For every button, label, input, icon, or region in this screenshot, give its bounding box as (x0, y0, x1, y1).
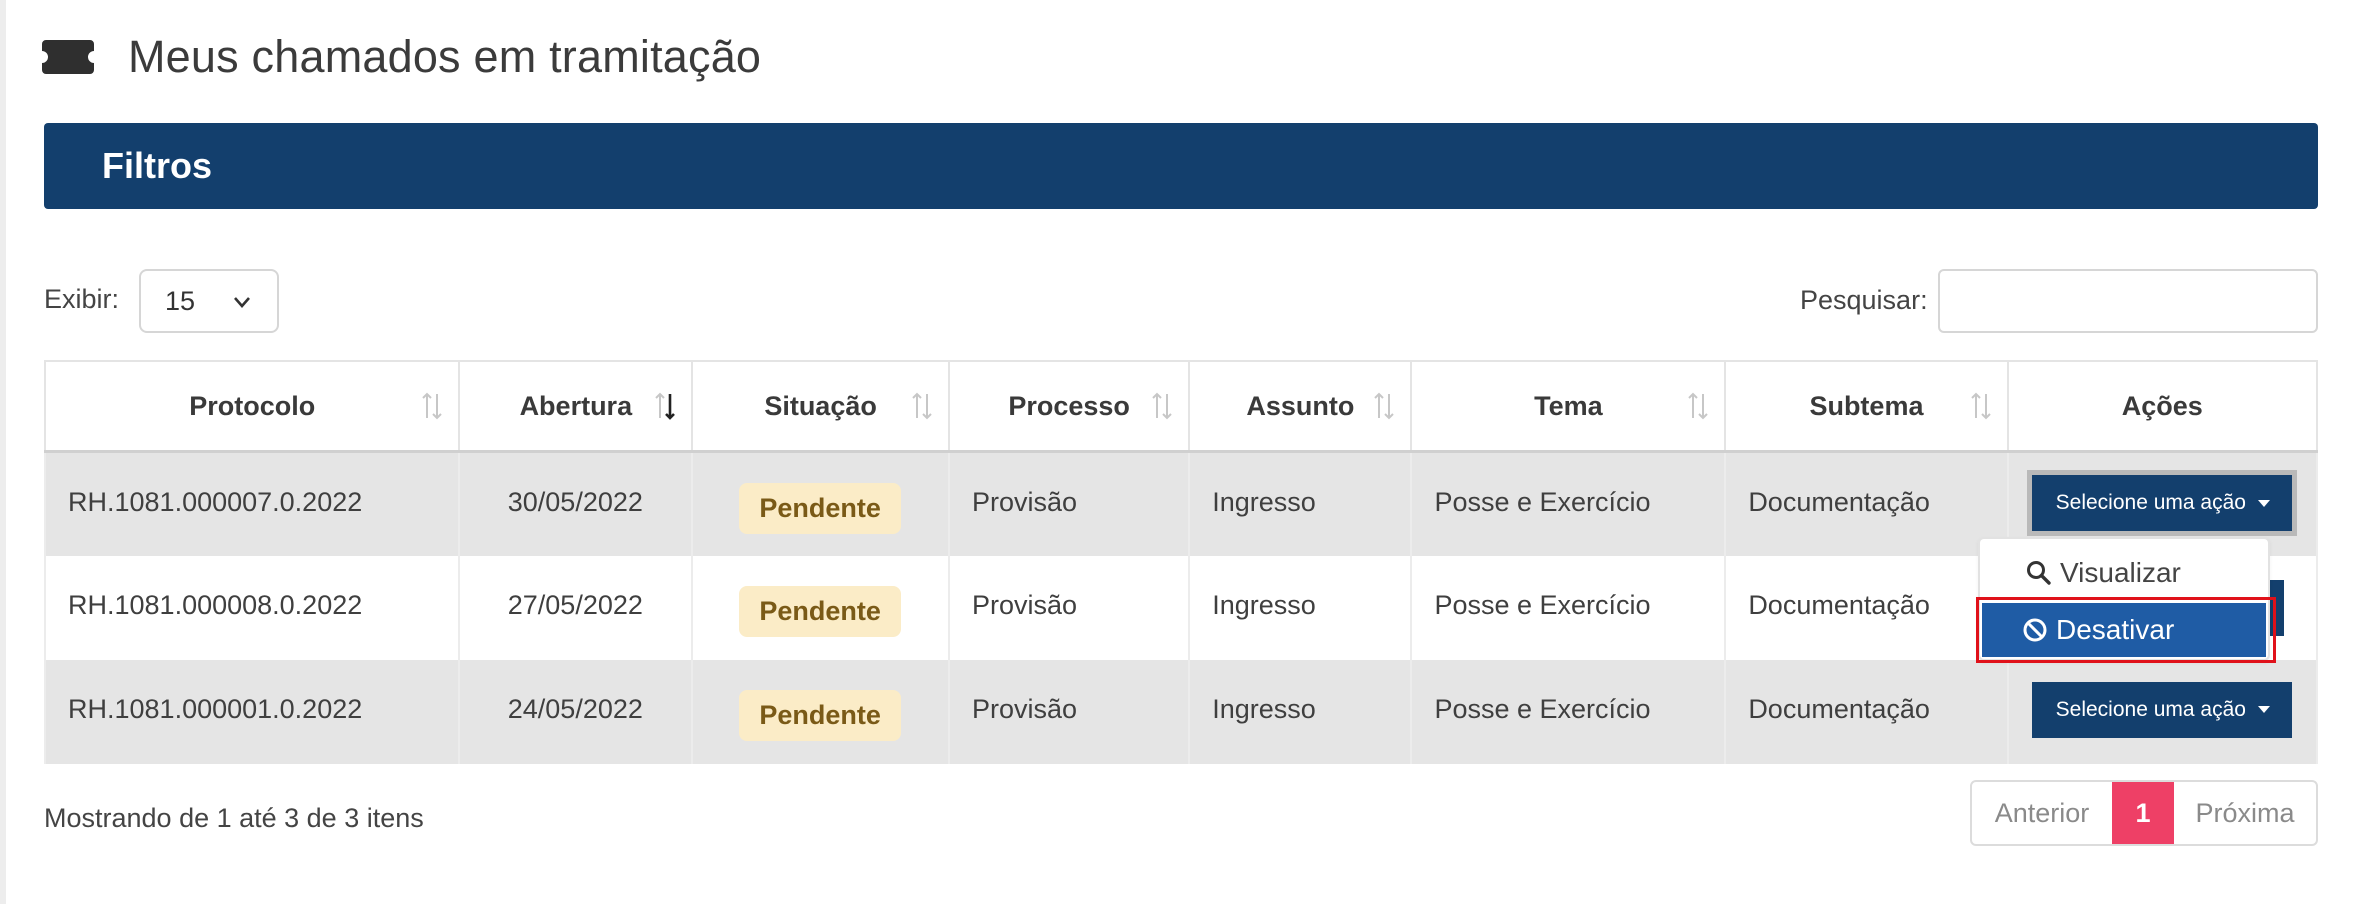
filters-panel-header[interactable]: Filtros (44, 123, 2318, 209)
cell-acoes: Selecione uma ação (2006, 659, 2319, 764)
cell-protocolo: RH.1081.000007.0.2022 (43, 451, 461, 556)
column-header-assunto[interactable]: Assunto (1188, 360, 1413, 453)
cell-tema: Posse e Exercício (1410, 451, 1727, 556)
show-entries-label: Exibir: (44, 284, 120, 314)
select-action-button[interactable]: Selecione uma ação (2031, 681, 2292, 738)
table-row: RH.1081.000001.0.2022 24/05/2022 Pendent… (43, 659, 2319, 764)
table-row: RH.1081.000008.0.2022 27/05/2022 Pendent… (43, 555, 2319, 660)
ticket-icon (42, 40, 94, 74)
search-input[interactable] (1938, 269, 2318, 333)
pagination-next[interactable]: Próxima (2174, 782, 2316, 844)
search-label: Pesquisar: (1800, 285, 1928, 315)
cell-protocolo: RH.1081.000001.0.2022 (43, 659, 461, 764)
cell-abertura: 27/05/2022 (458, 555, 694, 660)
column-header-tema[interactable]: Tema (1410, 360, 1727, 453)
cell-subtema: Documentação (1724, 555, 2009, 660)
sort-icon (1688, 392, 1709, 420)
table-info-text: Mostrando de 1 até 3 de 3 itens (44, 803, 424, 833)
cell-abertura: 24/05/2022 (458, 659, 694, 764)
sort-desc-icon (655, 392, 676, 420)
left-edge-strip (0, 0, 6, 904)
cell-situacao: Pendente (691, 451, 950, 556)
select-action-label: Selecione uma ação (2055, 491, 2246, 514)
cell-processo: Provisão (947, 659, 1191, 764)
cell-subtema: Documentação (1724, 659, 2009, 764)
column-header-processo[interactable]: Processo (947, 360, 1191, 453)
menu-item-desativar[interactable]: Desativar (1982, 603, 2266, 657)
tickets-table: Protocolo Abertura Situação Processo Ass… (43, 360, 2319, 764)
cell-abertura: 30/05/2022 (458, 451, 694, 556)
status-badge: Pendente (739, 689, 901, 741)
pagination-page-1[interactable]: 1 (2112, 782, 2174, 844)
cell-processo: Provisão (947, 555, 1191, 660)
page-title: Meus chamados em tramitação (128, 31, 762, 82)
cell-assunto: Ingresso (1188, 555, 1413, 660)
sort-icon (422, 392, 443, 420)
actions-dropdown-menu: Visualizar Desativar (1978, 537, 2270, 661)
select-action-label: Selecione uma ação (2055, 697, 2246, 721)
menu-item-label: Visualizar (2060, 557, 2181, 588)
column-header-abertura[interactable]: Abertura (458, 360, 694, 453)
column-header-situacao[interactable]: Situação (691, 360, 950, 453)
cell-subtema: Documentação (1724, 451, 2009, 556)
select-action-button[interactable]: Selecione uma ação (2031, 475, 2292, 531)
table-header-row: Protocolo Abertura Situação Processo Ass… (43, 360, 2319, 453)
cell-assunto: Ingresso (1188, 659, 1413, 764)
select-action-button-hidden[interactable] (2270, 580, 2284, 636)
sort-icon (1374, 392, 1395, 420)
column-header-acoes: Ações (2006, 360, 2319, 453)
ban-icon (2023, 618, 2047, 642)
column-header-protocolo[interactable]: Protocolo (43, 360, 461, 453)
cell-situacao: Pendente (691, 659, 950, 764)
page-header: Meus chamados em tramitação (42, 22, 761, 92)
menu-item-visualizar[interactable]: Visualizar (1980, 545, 2268, 601)
status-badge: Pendente (739, 585, 901, 637)
cell-tema: Posse e Exercício (1410, 555, 1727, 660)
sort-icon (1152, 392, 1172, 420)
show-entries-select[interactable]: 15 (139, 269, 279, 333)
search-icon (2027, 561, 2051, 585)
filters-title: Filtros (102, 145, 213, 186)
show-entries-value: 15 (165, 285, 196, 316)
caret-down-icon (2257, 499, 2270, 507)
table-row: RH.1081.000007.0.2022 30/05/2022 Pendent… (43, 451, 2319, 556)
status-badge: Pendente (739, 483, 901, 534)
sort-icon (1970, 392, 1991, 420)
column-header-subtema[interactable]: Subtema (1724, 360, 2009, 453)
sort-icon (912, 392, 932, 420)
cell-tema: Posse e Exercício (1410, 659, 1727, 764)
caret-down-icon (2257, 706, 2270, 714)
cell-protocolo: RH.1081.000008.0.2022 (43, 555, 461, 660)
cell-assunto: Ingresso (1188, 451, 1413, 556)
pagination-previous[interactable]: Anterior (1972, 782, 2112, 844)
cell-processo: Provisão (947, 451, 1191, 556)
chevron-down-icon (234, 297, 250, 308)
pagination: Anterior 1 Próxima (1970, 780, 2318, 846)
menu-item-label: Desativar (2056, 614, 2175, 645)
cell-situacao: Pendente (691, 555, 950, 660)
